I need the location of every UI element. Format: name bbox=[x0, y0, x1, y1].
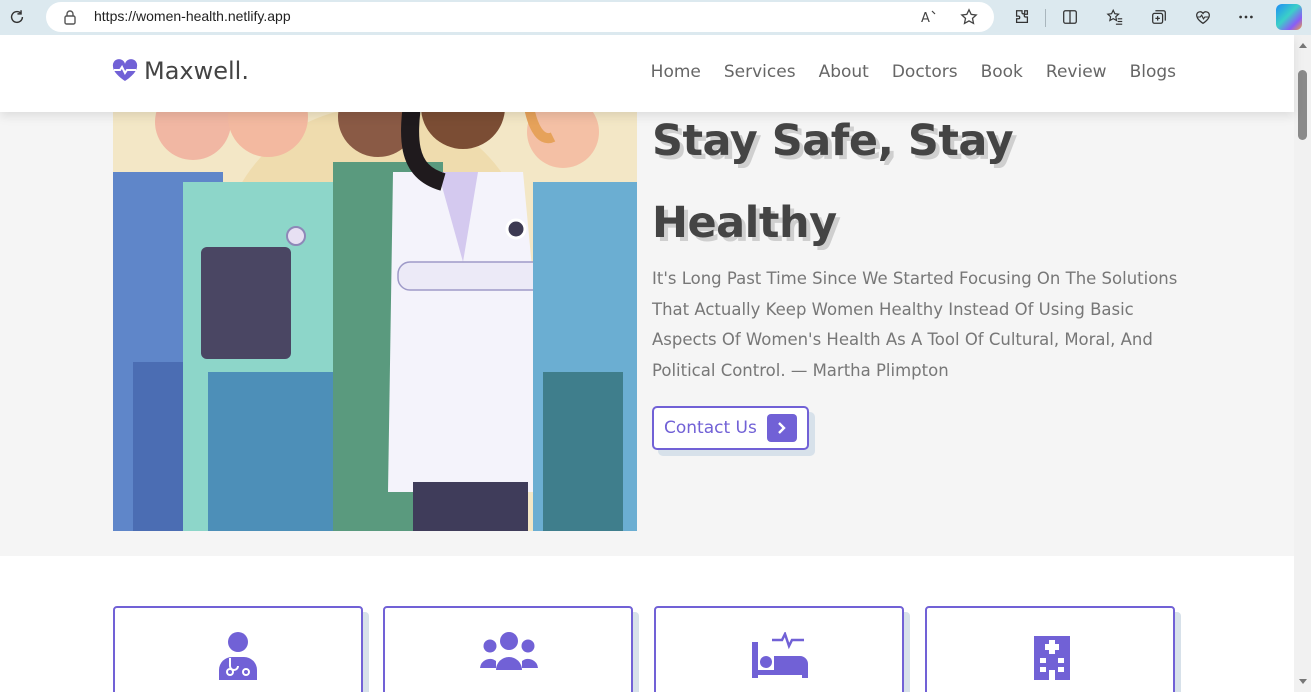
doctor-icon bbox=[219, 632, 257, 680]
site-header: Maxwell. Home Services About Doctors Boo… bbox=[0, 35, 1294, 112]
hospital-bed-icon bbox=[752, 632, 808, 678]
hero-title: Stay Safe, Stay Healthy bbox=[652, 100, 1172, 264]
contact-us-label: Contact Us bbox=[664, 418, 757, 438]
nav-services[interactable]: Services bbox=[724, 62, 796, 82]
extensions-icon[interactable] bbox=[1008, 3, 1036, 31]
address-bar[interactable]: https://women-health.netlify.app A bbox=[46, 2, 994, 32]
browser-essentials-icon[interactable] bbox=[1189, 3, 1217, 31]
service-card-doctors[interactable] bbox=[113, 606, 363, 692]
scrollbar-thumb[interactable] bbox=[1298, 70, 1307, 140]
more-icon[interactable] bbox=[1232, 3, 1260, 31]
chevron-right-icon bbox=[766, 414, 797, 442]
main-nav: Home Services About Doctors Book Review … bbox=[651, 62, 1176, 82]
page-viewport: Maxwell. Home Services About Doctors Boo… bbox=[0, 35, 1311, 692]
nav-doctors[interactable]: Doctors bbox=[892, 62, 958, 82]
read-aloud-icon[interactable]: A bbox=[920, 8, 938, 26]
service-card-beds[interactable] bbox=[654, 606, 904, 692]
contact-us-button[interactable]: Contact Us bbox=[652, 406, 809, 450]
service-card-staff[interactable] bbox=[383, 606, 633, 692]
service-card-hospital[interactable] bbox=[925, 606, 1175, 692]
hero-quote: It's Long Past Time Since We Started Foc… bbox=[652, 269, 1178, 380]
nav-blogs[interactable]: Blogs bbox=[1130, 62, 1176, 82]
svg-text:A: A bbox=[921, 11, 930, 26]
logo[interactable]: Maxwell. bbox=[112, 57, 249, 85]
hero-section: Stay Safe, Stay Healthy It's Long Past T… bbox=[0, 112, 1294, 556]
hero-title-line1: Stay Safe, Stay bbox=[652, 116, 1014, 166]
toolbar-separator bbox=[1045, 9, 1046, 27]
hero-title-line2: Healthy bbox=[652, 198, 837, 248]
nav-about[interactable]: About bbox=[819, 62, 869, 82]
nav-book[interactable]: Book bbox=[981, 62, 1023, 82]
heartbeat-icon bbox=[112, 59, 138, 81]
scroll-down-arrow-icon[interactable] bbox=[1299, 679, 1307, 684]
logo-text: Maxwell. bbox=[144, 57, 249, 85]
lock-icon[interactable] bbox=[63, 9, 77, 25]
hero-doctors-illustration bbox=[113, 112, 637, 531]
favorite-star-icon[interactable] bbox=[960, 8, 978, 26]
split-screen-icon[interactable] bbox=[1056, 3, 1084, 31]
users-icon bbox=[480, 632, 538, 670]
page-scrollbar[interactable] bbox=[1294, 35, 1311, 692]
favorites-icon[interactable] bbox=[1101, 3, 1129, 31]
url-text[interactable]: https://women-health.netlify.app bbox=[94, 8, 291, 24]
nav-home[interactable]: Home bbox=[651, 62, 701, 82]
collections-icon[interactable] bbox=[1145, 3, 1173, 31]
hospital-icon bbox=[1034, 636, 1070, 680]
nav-review[interactable]: Review bbox=[1046, 62, 1107, 82]
browser-toolbar: https://women-health.netlify.app A bbox=[0, 0, 1311, 35]
scroll-up-arrow-icon[interactable] bbox=[1299, 43, 1307, 48]
copilot-icon[interactable] bbox=[1276, 4, 1302, 30]
refresh-icon[interactable] bbox=[3, 3, 31, 31]
